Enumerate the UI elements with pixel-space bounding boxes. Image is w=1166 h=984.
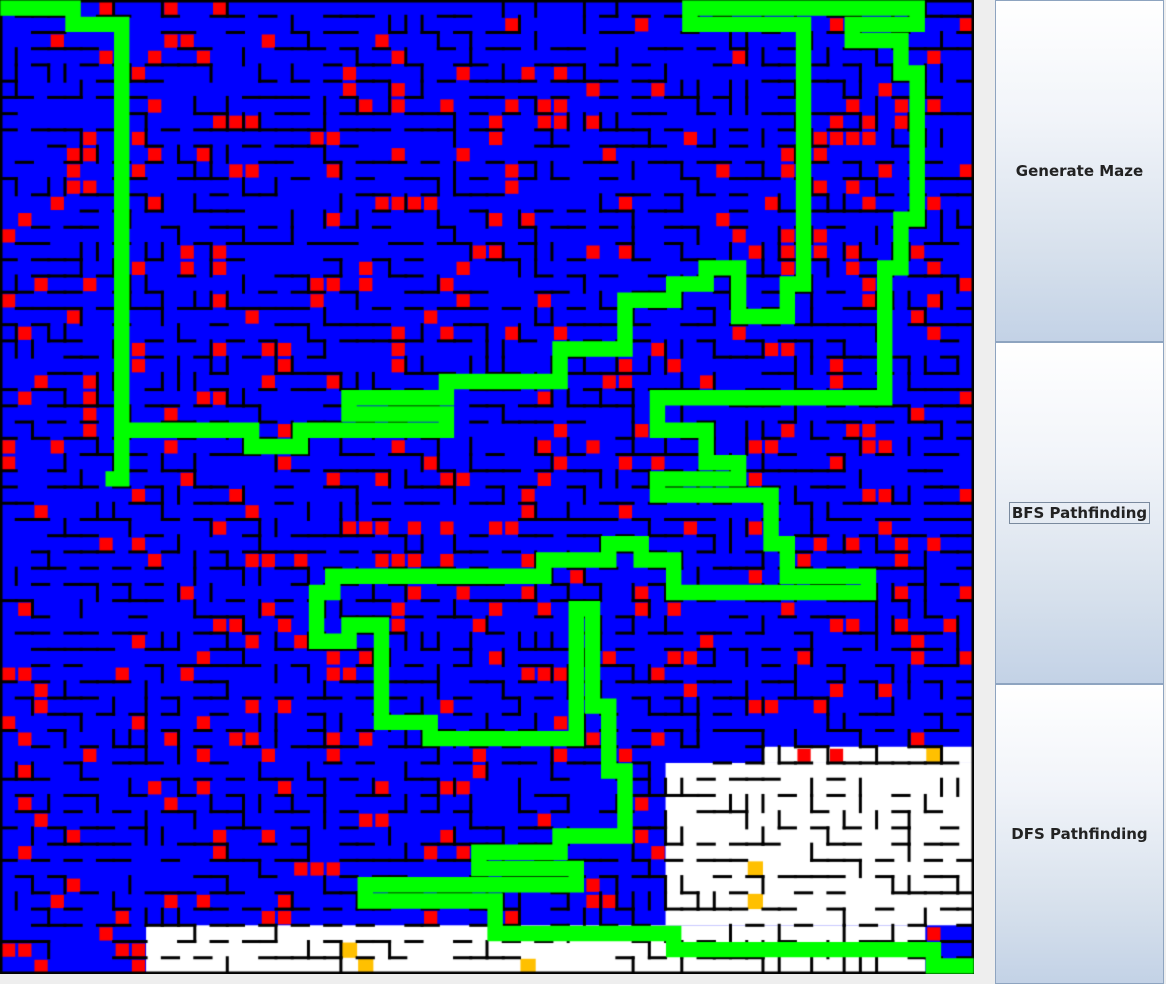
dfs-pathfinding-label: DFS Pathfinding — [1011, 825, 1148, 843]
generate-maze-button[interactable]: Generate Maze — [995, 0, 1164, 342]
side-panel: Generate Maze BFS Pathfinding DFS Pathfi… — [995, 0, 1166, 984]
maze-canvas — [0, 0, 974, 974]
dfs-pathfinding-button[interactable]: DFS Pathfinding — [995, 684, 1164, 984]
bfs-pathfinding-button[interactable]: BFS Pathfinding — [995, 342, 1164, 684]
generate-maze-label: Generate Maze — [1015, 162, 1144, 180]
maze-panel — [0, 0, 974, 974]
bfs-pathfinding-label: BFS Pathfinding — [1008, 502, 1151, 524]
